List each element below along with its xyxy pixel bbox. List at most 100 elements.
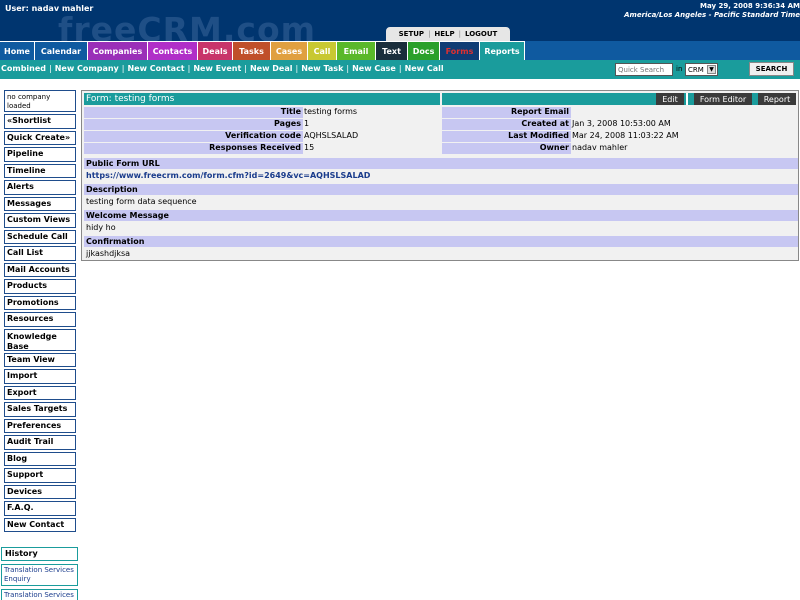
description-value: testing form data sequence bbox=[86, 197, 197, 206]
form-title: Form: testing forms bbox=[84, 93, 440, 105]
history-panel: History Translation Services Enquiry Tra… bbox=[1, 547, 78, 600]
current-date: May 29, 2008 9:36:34 AM bbox=[699, 2, 800, 10]
sidebar-item-export[interactable]: Export bbox=[4, 385, 76, 400]
sidebar-item-preferences[interactable]: Preferences bbox=[4, 418, 76, 433]
tab-reports[interactable]: Reports bbox=[480, 41, 525, 60]
verification-code-label: Verification code bbox=[84, 131, 303, 142]
sidebar-item-promotions[interactable]: Promotions bbox=[4, 295, 76, 310]
public-form-url-label: Public Form URL bbox=[84, 158, 798, 169]
owner-label: Owner bbox=[442, 143, 571, 154]
separator: | bbox=[428, 30, 431, 38]
responses-received-label: Responses Received bbox=[84, 143, 303, 154]
tab-cases[interactable]: Cases bbox=[271, 41, 308, 60]
new-event-link[interactable]: New Event bbox=[193, 64, 241, 73]
setup-link[interactable]: SETUP bbox=[399, 30, 424, 38]
tab-email[interactable]: Email bbox=[337, 41, 376, 60]
pages-label: Pages bbox=[84, 119, 303, 130]
owner-value: nadav mahler bbox=[571, 143, 796, 154]
tab-text[interactable]: Text bbox=[376, 41, 408, 60]
tab-home[interactable]: Home bbox=[0, 41, 35, 60]
sidebar-item-products[interactable]: Products bbox=[4, 279, 76, 294]
top-links: SETUP | HELP | LOGOUT bbox=[386, 27, 510, 41]
tab-tasks[interactable]: Tasks bbox=[233, 41, 271, 60]
new-task-link[interactable]: New Task bbox=[301, 64, 343, 73]
tab-contacts[interactable]: Contacts bbox=[148, 41, 198, 60]
sidebar-item-alerts[interactable]: Alerts bbox=[4, 180, 76, 195]
report-email-value bbox=[571, 107, 796, 118]
quick-search-input[interactable] bbox=[615, 63, 673, 76]
new-case-link[interactable]: New Case bbox=[352, 64, 396, 73]
separator: | bbox=[49, 64, 52, 73]
report-button[interactable]: Report bbox=[758, 93, 796, 105]
history-item[interactable]: Translation Services bbox=[1, 589, 78, 600]
sidebar-item-support[interactable]: Support bbox=[4, 468, 76, 483]
sidebar-item-team-view[interactable]: Team View bbox=[4, 352, 76, 367]
form-detail-panel: Form: testing forms Edit Form Editor Rep… bbox=[81, 90, 799, 261]
separator: | bbox=[187, 64, 191, 73]
chevron-down-icon: ▼ bbox=[707, 65, 716, 74]
in-label: in bbox=[676, 65, 683, 73]
sidebar-item-shortlist[interactable]: «Shortlist bbox=[4, 114, 76, 129]
history-item[interactable]: Translation Services Enquiry bbox=[1, 564, 78, 586]
help-link[interactable]: HELP bbox=[434, 30, 454, 38]
separator: | bbox=[398, 64, 402, 73]
main-nav: Home Calendar Companies Contacts Deals T… bbox=[0, 41, 800, 60]
description-label: Description bbox=[84, 184, 798, 195]
confirmation-label: Confirmation bbox=[84, 236, 798, 247]
sidebar: no company loaded «Shortlist Quick Creat… bbox=[4, 90, 76, 534]
separator: | bbox=[244, 64, 247, 73]
new-deal-link[interactable]: New Deal bbox=[250, 64, 293, 73]
created-at-label: Created at bbox=[442, 119, 571, 130]
separator: | bbox=[121, 64, 125, 73]
tab-docs[interactable]: Docs bbox=[408, 41, 440, 60]
logout-link[interactable]: LOGOUT bbox=[465, 30, 497, 38]
sidebar-item-faq[interactable]: F.A.Q. bbox=[4, 501, 76, 516]
sidebar-item-devices[interactable]: Devices bbox=[4, 484, 76, 499]
tab-calendar[interactable]: Calendar bbox=[35, 41, 88, 60]
form-editor-button[interactable]: Form Editor bbox=[694, 93, 752, 105]
sidebar-item-audit-trail[interactable]: Audit Trail bbox=[4, 435, 76, 450]
button-separator bbox=[686, 93, 688, 105]
search-scope-value: CRM bbox=[688, 65, 704, 74]
tab-forms[interactable]: Forms bbox=[440, 41, 480, 60]
welcome-message-label: Welcome Message bbox=[84, 210, 798, 221]
sidebar-item-knowledge-base[interactable]: Knowledge Base bbox=[4, 328, 76, 351]
responses-received-value: 15 bbox=[303, 143, 440, 154]
sidebar-item-new-contact[interactable]: New Contact bbox=[4, 517, 76, 532]
created-at-value: Jan 3, 2008 10:53:00 AM bbox=[571, 119, 796, 130]
tab-companies[interactable]: Companies bbox=[88, 41, 148, 60]
tab-deals[interactable]: Deals bbox=[198, 41, 233, 60]
new-contact-link[interactable]: New Contact bbox=[127, 64, 184, 73]
datetime: May 29, 2008 9:36:34 AM America/Los Ange… bbox=[624, 2, 800, 20]
sidebar-item-custom-views[interactable]: Custom Views bbox=[4, 213, 76, 228]
verification-code-value: AQHSLSALAD bbox=[303, 131, 440, 142]
sidebar-item-schedule-call[interactable]: Schedule Call bbox=[4, 229, 76, 244]
sidebar-item-blog[interactable]: Blog bbox=[4, 451, 76, 466]
header-bar: User: nadav mahler freeCRM.com May 29, 2… bbox=[0, 0, 800, 49]
combined-link[interactable]: Combined bbox=[1, 64, 46, 73]
sidebar-item-pipeline[interactable]: Pipeline bbox=[4, 147, 76, 162]
edit-button[interactable]: Edit bbox=[656, 93, 684, 105]
search-scope-select[interactable]: CRM ▼ bbox=[685, 63, 718, 76]
sidebar-item-quick-create[interactable]: Quick Create» bbox=[4, 130, 76, 145]
sub-nav: Combined | New Company | New Contact | New Eve… bbox=[0, 60, 800, 79]
separator: | bbox=[458, 30, 462, 38]
title-value: testing forms bbox=[303, 107, 440, 118]
sidebar-item-call-list[interactable]: Call List bbox=[4, 246, 76, 261]
title-label: Title bbox=[84, 107, 303, 118]
public-form-url-link[interactable]: https://www.freecrm.com/form.cfm?id=2649… bbox=[84, 170, 798, 181]
sidebar-item-messages[interactable]: Messages bbox=[4, 196, 76, 211]
tab-call[interactable]: Call bbox=[308, 41, 337, 60]
sidebar-item-timeline[interactable]: Timeline bbox=[4, 163, 76, 178]
last-modified-value: Mar 24, 2008 11:03:22 AM bbox=[571, 131, 796, 142]
sidebar-item-import[interactable]: Import bbox=[4, 369, 76, 384]
search-button[interactable]: SEARCH bbox=[749, 62, 794, 76]
sidebar-item-sales-targets[interactable]: Sales Targets bbox=[4, 402, 76, 417]
sidebar-item-mail-accounts[interactable]: Mail Accounts bbox=[4, 262, 76, 277]
sidebar-item-resources[interactable]: Resources bbox=[4, 312, 76, 327]
sub-nav-links: Combined | New Company | New Contact | New Eve… bbox=[1, 64, 444, 73]
report-email-label: Report Email bbox=[442, 107, 571, 118]
new-call-link[interactable]: New Call bbox=[405, 64, 444, 73]
history-heading: History bbox=[1, 547, 78, 561]
new-company-link[interactable]: New Company bbox=[55, 64, 119, 73]
